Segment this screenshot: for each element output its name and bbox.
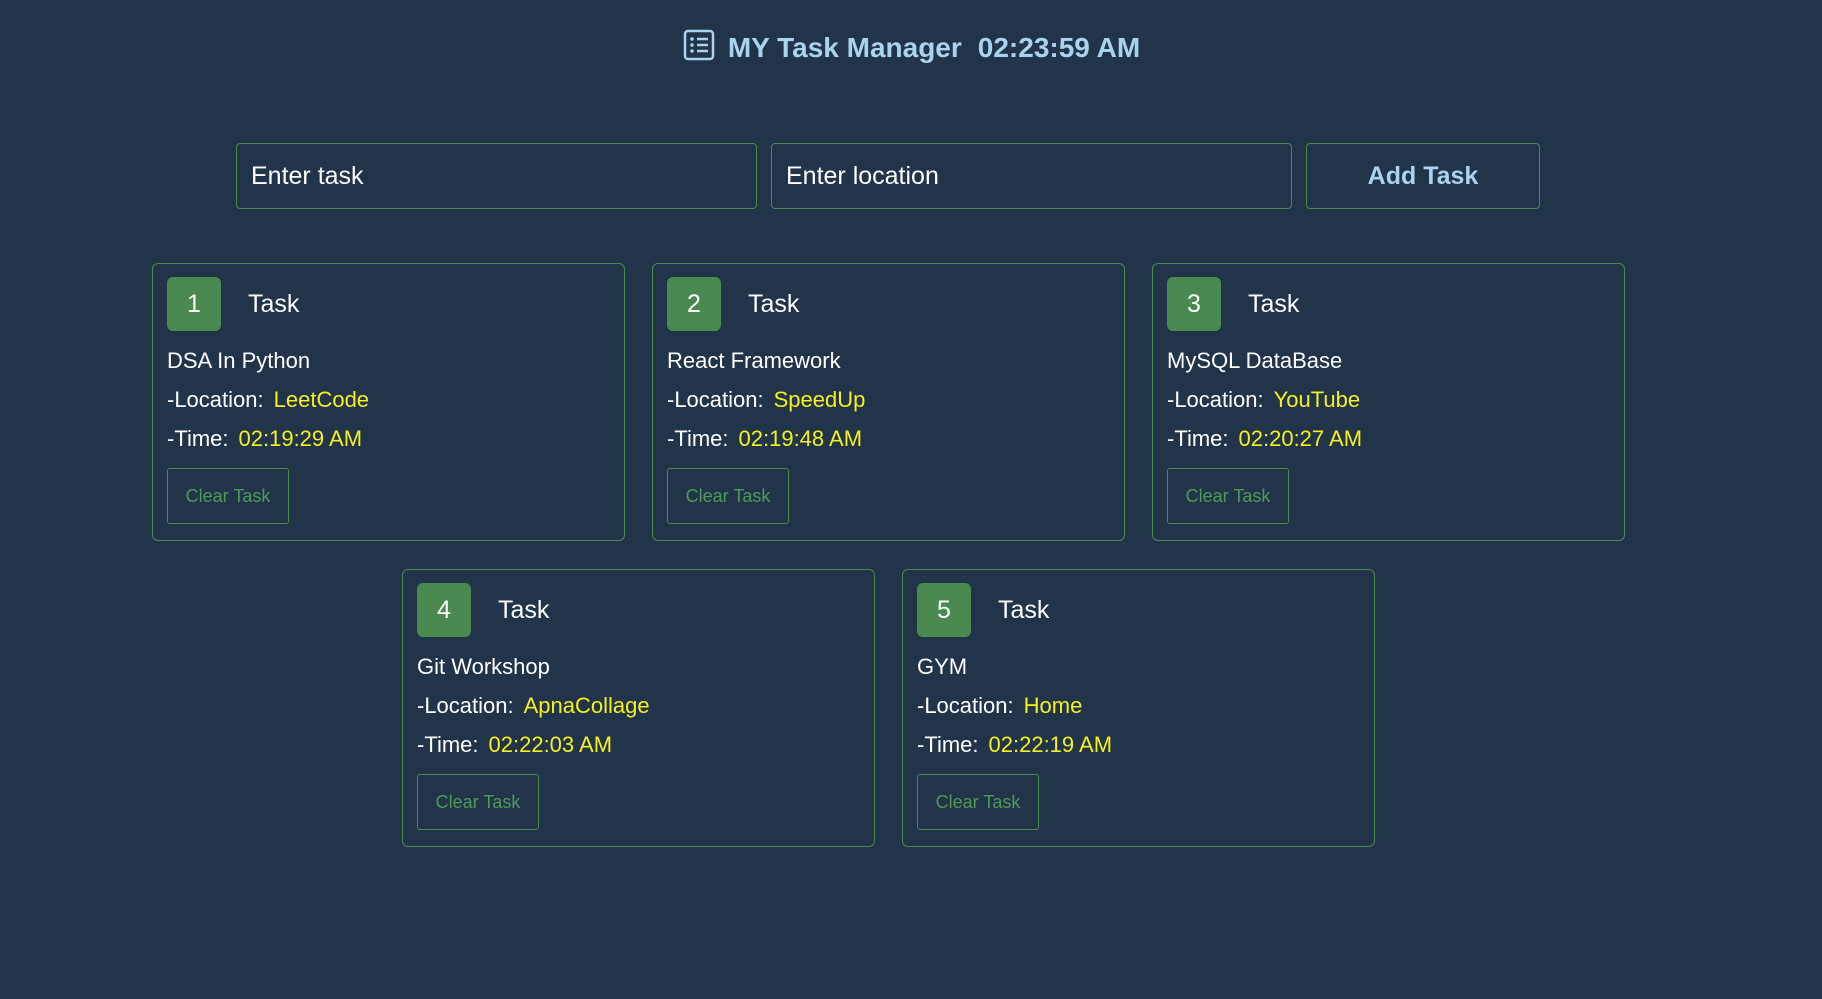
task-location: Home (1023, 693, 1083, 718)
task-label: Task (998, 595, 1050, 624)
task-name: GYM (917, 654, 968, 679)
task-location: LeetCode (273, 387, 370, 412)
task-number-badge: 4 (417, 583, 471, 637)
task-label: Task (1248, 289, 1300, 318)
task-number-badge: 2 (667, 277, 721, 331)
task-number-badge: 1 (167, 277, 221, 331)
time-label: -Time: (417, 732, 479, 757)
location-label: -Location: (667, 387, 764, 412)
task-label: Task (498, 595, 550, 624)
task-time: 02:19:29 AM (238, 426, 363, 451)
time-label: -Time: (167, 426, 229, 451)
task-card: 3 Task MySQL DataBase -Location: YouTube … (1152, 263, 1625, 541)
add-task-button[interactable]: Add Task (1306, 143, 1540, 209)
task-name: MySQL DataBase (1167, 348, 1343, 373)
list-icon (682, 28, 716, 67)
task-time: 02:20:27 AM (1238, 426, 1363, 451)
time-label: -Time: (917, 732, 979, 757)
task-name: React Framework (667, 348, 841, 373)
task-name: DSA In Python (167, 348, 311, 373)
clear-task-button[interactable]: Clear Task (1167, 468, 1289, 524)
task-location: SpeedUp (773, 387, 866, 412)
task-number-badge: 3 (1167, 277, 1221, 331)
task-card: 4 Task Git Workshop -Location: ApnaCollag… (402, 569, 875, 847)
clear-task-button[interactable]: Clear Task (667, 468, 789, 524)
app-header: MY Task Manager 02:23:59 AM (0, 28, 1822, 67)
task-list: 1 Task DSA In Python -Location: LeetCode … (152, 263, 1625, 847)
location-label: -Location: (1167, 387, 1264, 412)
task-label: Task (748, 289, 800, 318)
location-label: -Location: (167, 387, 264, 412)
time-label: -Time: (1167, 426, 1229, 451)
task-number-badge: 5 (917, 583, 971, 637)
task-time: 02:19:48 AM (738, 426, 863, 451)
current-time: 02:23:59 AM (977, 31, 1141, 63)
clear-task-button[interactable]: Clear Task (417, 774, 539, 830)
location-input[interactable] (771, 143, 1292, 209)
location-label: -Location: (417, 693, 514, 718)
task-card: 5 Task GYM -Location: Home -Time: 02:22:19… (902, 569, 1375, 847)
time-label: -Time: (667, 426, 729, 451)
task-location: YouTube (1273, 387, 1361, 412)
task-label: Task (248, 289, 300, 318)
clear-task-button[interactable]: Clear Task (917, 774, 1039, 830)
task-card: 1 Task DSA In Python -Location: LeetCode … (152, 263, 625, 541)
task-input[interactable] (236, 143, 757, 209)
task-location: ApnaCollage (523, 693, 650, 718)
location-label: -Location: (917, 693, 1014, 718)
app-title: MY Task Manager (727, 31, 962, 63)
task-time: 02:22:03 AM (488, 732, 613, 757)
task-form: Add Task (236, 143, 1540, 209)
task-card: 2 Task React Framework -Location: SpeedUp… (652, 263, 1125, 541)
clear-task-button[interactable]: Clear Task (167, 468, 289, 524)
task-time: 02:22:19 AM (988, 732, 1113, 757)
task-name: Git Workshop (417, 654, 550, 679)
